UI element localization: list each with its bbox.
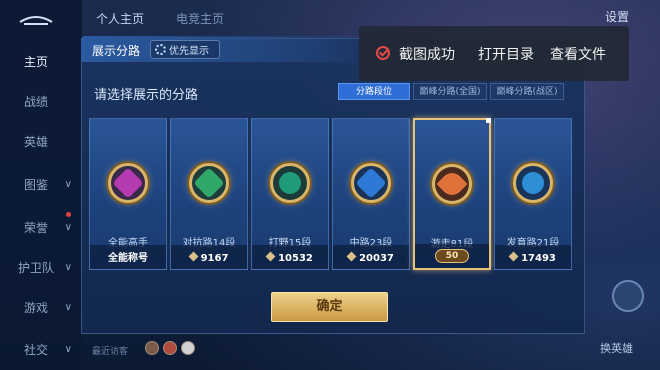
nav-item-label: 荣誉 — [24, 221, 49, 235]
nav-item-home[interactable]: 主页 — [0, 52, 82, 72]
route-card-mid[interactable]: 中路23段 20037 — [332, 118, 410, 270]
card-value-number: 9167 — [200, 253, 229, 264]
card-value: 10532 — [252, 251, 328, 264]
nav-item-label: 护卫队 — [18, 261, 55, 275]
dragon-icon — [270, 163, 310, 203]
tab-esports-home[interactable]: 电竞主页 — [176, 10, 224, 27]
wings-icon — [432, 164, 472, 204]
diamond-icon — [188, 251, 199, 262]
nav-item-label: 社交 — [24, 343, 49, 357]
toast-message: 截图成功 — [399, 47, 455, 63]
left-nav: 主页 战绩 英雄 图鉴 ∨ 荣誉 ∨ 护卫队 ∨ 游戏 ∨ 社交 ∨ — [0, 0, 82, 370]
corner-marker — [486, 118, 491, 123]
route-card-all[interactable]: 全能高手 全能称号 — [89, 118, 167, 270]
nav-item-label: 主页 — [24, 55, 49, 69]
nav-item-record[interactable]: 战绩 — [0, 92, 82, 112]
route-card-farm[interactable]: 发育路21段 17493 — [494, 118, 572, 270]
avatar[interactable] — [612, 280, 644, 312]
nav-item-label: 战绩 — [24, 95, 49, 109]
visitor-avatar[interactable] — [163, 341, 177, 355]
staff-icon — [351, 163, 391, 203]
visitor-avatar[interactable] — [145, 341, 159, 355]
tab-personal-home[interactable]: 个人主页 — [96, 10, 144, 27]
diamond-icon — [508, 251, 519, 262]
tab-peak-national[interactable]: 巅峰分路(全国) — [413, 83, 487, 100]
crossed-swords-icon — [108, 163, 148, 203]
priority-display-label: 优先显示 — [169, 46, 209, 57]
visitor-avatar[interactable] — [181, 341, 195, 355]
notification-dot — [66, 212, 71, 217]
nav-item-heroes[interactable]: 英雄 — [0, 132, 82, 152]
nav-item-game[interactable]: 游戏 ∨ — [0, 298, 82, 318]
nav-item-label: 游戏 — [24, 301, 49, 315]
chevron-down-icon: ∨ — [64, 222, 72, 233]
chevron-down-icon: ∨ — [64, 179, 72, 190]
diamond-icon — [346, 251, 357, 262]
logo-icon — [19, 16, 53, 25]
open-directory-button[interactable]: 打开目录 — [478, 44, 534, 64]
nav-item-label: 英雄 — [24, 135, 49, 149]
check-circle-icon — [376, 46, 390, 60]
card-value-number: 20037 — [359, 253, 394, 264]
settings-button[interactable]: 设置 — [605, 8, 629, 25]
shield-x-icon — [189, 163, 229, 203]
target-icon — [513, 163, 553, 203]
panel-title: 展示分路 — [92, 44, 141, 58]
change-hero-label[interactable]: 换英雄 — [600, 340, 633, 356]
nav-item-social[interactable]: 社交 ∨ — [0, 340, 82, 360]
card-value-number: 10532 — [278, 253, 313, 264]
route-card-clash[interactable]: 对抗路14段 9167 — [170, 118, 248, 270]
chevron-down-icon: ∨ — [64, 262, 72, 273]
rank-badge: 50 — [435, 249, 469, 263]
gear-icon — [155, 44, 166, 55]
route-card-roam[interactable]: 游走81段 50 — [413, 118, 491, 270]
nav-item-codex[interactable]: 图鉴 ∨ — [0, 175, 82, 195]
select-prompt: 请选择展示的分路 — [94, 88, 199, 103]
chevron-down-icon: ∨ — [64, 302, 72, 313]
nav-item-label: 图鉴 — [24, 178, 49, 192]
view-file-button[interactable]: 查看文件 — [550, 44, 606, 64]
tab-peak-region[interactable]: 巅峰分路(战区) — [490, 83, 564, 100]
diamond-icon — [265, 251, 276, 262]
confirm-button[interactable]: 确定 — [271, 292, 388, 322]
card-value-number: 17493 — [521, 253, 556, 264]
card-value: 17493 — [495, 251, 571, 264]
nav-item-honor[interactable]: 荣誉 ∨ — [0, 212, 82, 238]
recent-visitors-label: 最近访客 — [92, 347, 129, 357]
card-value: 20037 — [333, 251, 409, 264]
nav-item-guard[interactable]: 护卫队 ∨ — [0, 258, 82, 278]
tab-route-rank[interactable]: 分路段位 — [338, 83, 410, 100]
card-value: 全能称号 — [108, 253, 148, 264]
chevron-down-icon: ∨ — [64, 344, 72, 355]
card-value: 9167 — [171, 251, 247, 264]
route-card-jungle[interactable]: 打野15段 10532 — [251, 118, 329, 270]
priority-display-button[interactable]: 优先显示 — [150, 40, 220, 59]
